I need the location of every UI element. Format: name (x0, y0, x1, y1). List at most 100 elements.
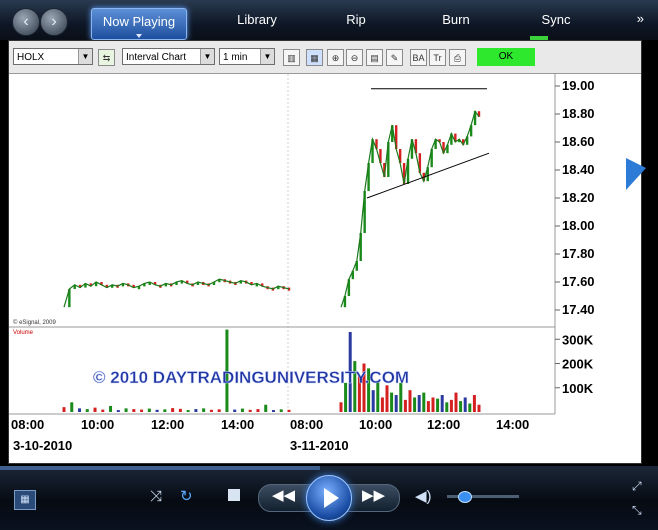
volume-bar (440, 395, 444, 412)
tab-sync[interactable]: Sync (532, 0, 580, 40)
next-icon[interactable]: ▶▶ (362, 486, 385, 504)
play-button[interactable] (306, 475, 352, 521)
time-tick-label: 14:00 (496, 417, 529, 432)
grid-icon[interactable]: ▤ (366, 49, 383, 66)
volume-bar (426, 401, 430, 412)
volume-tick-label: 300K (562, 332, 594, 347)
back-arrow-icon[interactable]: ‹ (12, 8, 40, 36)
price-tick-label: 18.20 (562, 190, 595, 205)
volume-bar (408, 390, 412, 412)
volume-bar (271, 410, 275, 412)
chart-type-value: Interval Chart (126, 52, 187, 63)
price-tick-label: 18.00 (562, 218, 595, 233)
chevron-down-icon[interactable]: ▼ (260, 49, 274, 64)
zoom-in-icon[interactable]: ⊕ (327, 49, 344, 66)
price-chart[interactable]: 19.00 18.80 18.60 18.40 18.20 18.00 17.80 17.60… (9, 74, 641, 462)
chart-toolbar: HOLX ▼ ⇆ Interval Chart ▼ 1 min ▼ ▥ ▦ ⊕ … (9, 41, 641, 74)
volume-bar (264, 404, 268, 412)
volume-bar (417, 395, 421, 412)
time-tick-label: 08:00 (11, 417, 44, 432)
film-icon[interactable]: ▦ (14, 490, 36, 510)
volume-bar (287, 409, 291, 412)
tr-icon[interactable]: Tr (429, 49, 446, 66)
player-top-bar: ‹ › Now Playing Library Rip Burn Sync » (0, 0, 658, 40)
volume-bar (85, 409, 89, 412)
interval-value: 1 min (223, 52, 248, 63)
copyright-label: © eSignal, 2009 (13, 319, 56, 326)
volume-bar (390, 392, 394, 412)
tab-burn[interactable]: Burn (430, 0, 482, 40)
chevron-down-icon[interactable]: ▼ (200, 49, 214, 64)
volume-bar (449, 399, 453, 412)
volume-bar (472, 395, 476, 412)
volume-bar (62, 407, 66, 412)
volume-bar (371, 390, 375, 412)
interval-select[interactable]: 1 min ▼ (219, 48, 275, 65)
zoom-out-icon[interactable]: ⊖ (346, 49, 363, 66)
volume-bar (109, 405, 113, 412)
volume-bar (344, 382, 348, 412)
tab-library[interactable]: Library (222, 0, 292, 40)
date-label-1: 3-10-2010 (13, 438, 72, 453)
ba-icon[interactable]: BA (410, 49, 427, 66)
chevron-down-icon[interactable]: ▼ (78, 49, 92, 64)
fullscreen-icon[interactable]: ⤢ (632, 479, 642, 494)
time-tick-label: 08:00 (290, 417, 323, 432)
volume-bar (116, 410, 120, 412)
shuffle-icon[interactable]: ⤨ (150, 488, 162, 505)
repeat-icon[interactable]: ↻ (180, 487, 193, 505)
seek-bar[interactable] (0, 466, 320, 470)
ok-button[interactable]: OK (477, 48, 535, 66)
more-tabs-button[interactable]: » (637, 11, 644, 26)
bar-chart-icon[interactable]: ▥ (283, 49, 300, 66)
print-icon[interactable]: ⎙ (449, 49, 466, 66)
price-tick-label: 18.40 (562, 162, 595, 177)
price-tick-label: 18.60 (562, 134, 595, 149)
volume-knob[interactable] (458, 491, 472, 503)
volume-bar (233, 409, 237, 412)
volume-bar (217, 409, 221, 412)
tab-now-playing[interactable]: Now Playing (91, 8, 187, 40)
volume-bar (140, 409, 144, 412)
previous-icon[interactable]: ◀◀ (272, 486, 295, 504)
time-tick-label: 12:00 (151, 417, 184, 432)
volume-bar (477, 404, 481, 412)
palette-icon[interactable]: ✎ (386, 49, 403, 66)
date-label-2: 3-11-2010 (290, 438, 349, 453)
link-icon[interactable]: ⇆ (98, 49, 115, 66)
volume-bar (380, 397, 384, 412)
volume-bar (256, 409, 260, 412)
volume-bar (422, 392, 426, 412)
time-tick-label: 10:00 (359, 417, 392, 432)
volume-bar (385, 385, 389, 412)
time-tick-label: 12:00 (427, 417, 460, 432)
stop-icon[interactable] (228, 489, 240, 501)
mini-mode-icon[interactable]: ⤡ (632, 503, 642, 518)
price-tick-label: 19.00 (562, 78, 595, 93)
volume-bar (147, 408, 151, 412)
volume-bar (163, 409, 167, 412)
volume-bar (124, 408, 128, 412)
symbol-select[interactable]: HOLX ▼ (13, 48, 93, 65)
chart-type-select[interactable]: Interval Chart ▼ (122, 48, 215, 65)
volume-bar (178, 408, 182, 412)
symbol-value: HOLX (17, 52, 45, 63)
chevron-down-icon (136, 34, 142, 38)
speaker-icon[interactable]: ◀) (415, 487, 432, 505)
volume-bar (279, 409, 283, 412)
price-tick-label: 17.40 (562, 302, 595, 317)
forward-arrow-icon[interactable]: › (40, 8, 68, 36)
volume-bar (70, 402, 74, 412)
chart-window: HOLX ▼ ⇆ Interval Chart ▼ 1 min ▼ ▥ ▦ ⊕ … (8, 40, 642, 464)
time-tick-label: 10:00 (81, 417, 114, 432)
volume-bar (394, 395, 398, 412)
volume-bar (454, 392, 458, 412)
volume-tick-label: 200K (562, 357, 594, 372)
time-tick-label: 14:00 (221, 417, 254, 432)
tab-rip[interactable]: Rip (330, 0, 382, 40)
volume-bar (93, 407, 97, 412)
volume-bar (186, 410, 190, 412)
volume-bar (248, 409, 252, 412)
volume-bar (459, 401, 463, 412)
candle-chart-icon[interactable]: ▦ (306, 49, 323, 66)
